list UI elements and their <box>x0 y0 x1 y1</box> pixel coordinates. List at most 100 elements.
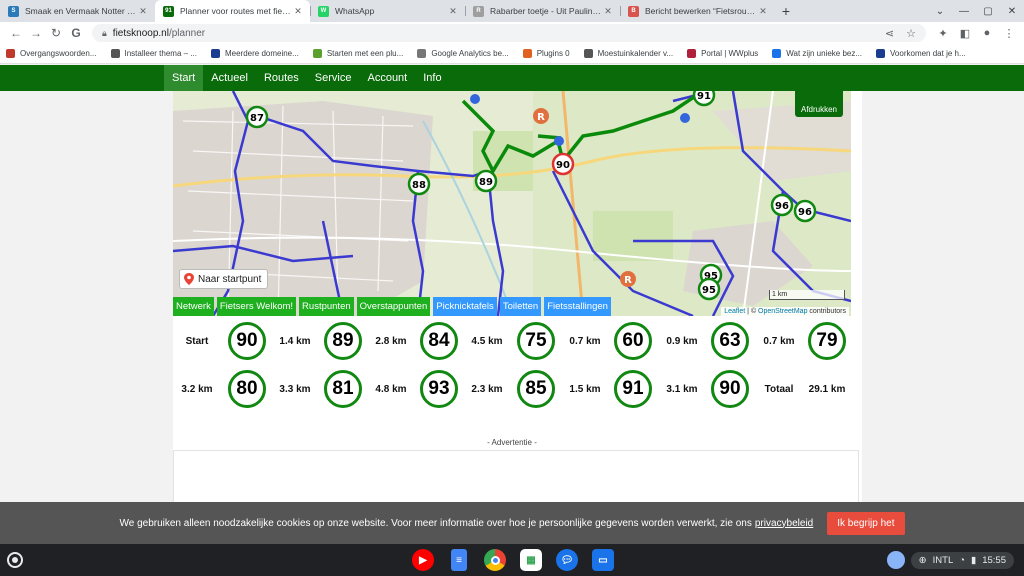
route-node[interactable]: 93 <box>420 370 458 408</box>
nav-item-info[interactable]: Info <box>415 65 449 91</box>
print-button[interactable]: Afdrukken <box>795 91 843 117</box>
layer-toggle[interactable]: Toiletten <box>499 297 542 316</box>
share-icon[interactable]: ⋖ <box>885 27 894 40</box>
nav-item-start[interactable]: Start <box>164 65 204 91</box>
privacy-link[interactable]: privacybeleid <box>755 518 813 529</box>
map-node-marker[interactable]: 89 <box>474 169 498 193</box>
browser-tab[interactable]: B Bericht bewerken “Fietsroute lan ✕ <box>620 0 775 22</box>
layer-toggle[interactable]: Fietsstallingen <box>544 297 611 316</box>
browser-tab[interactable]: R Rabarber toetje - Uit Paulines Ke ✕ <box>465 0 620 22</box>
tab-search-icon[interactable]: ⌄ <box>928 6 952 17</box>
route-node[interactable]: 84 <box>420 322 458 360</box>
bookmark-item[interactable]: Overgangswoorden... <box>6 49 97 58</box>
map-node-marker[interactable]: 95 <box>697 277 721 301</box>
route-node[interactable]: 90 <box>228 322 266 360</box>
close-window-icon[interactable]: ✕ <box>1000 6 1024 17</box>
minimize-icon[interactable]: — <box>952 6 976 17</box>
route-node[interactable]: 75 <box>517 322 555 360</box>
forward-icon[interactable]: → <box>26 26 46 40</box>
back-icon[interactable]: ← <box>6 26 26 40</box>
direction-arrow-icon <box>554 136 564 146</box>
tab-close-icon[interactable]: ✕ <box>137 6 149 17</box>
profile-icon[interactable]: ● <box>978 27 996 40</box>
route-node[interactable]: 81 <box>324 370 362 408</box>
address-bar[interactable]: 🔒︎ fietsknoop.nl/planner ⋖ ☆ <box>92 24 926 42</box>
restpoint-icon[interactable]: R <box>533 108 549 124</box>
restpoint-icon[interactable]: R <box>620 271 636 287</box>
tab-close-icon[interactable]: ✕ <box>447 6 459 17</box>
layer-toggle[interactable]: Fietsers Welkom! <box>216 297 297 316</box>
messages-icon[interactable]: 💬︎ <box>556 549 578 571</box>
tab-title: Smaak en Vermaak Notter - Zuna <box>25 6 137 16</box>
side-panel-icon[interactable]: ◧ <box>956 27 974 40</box>
menu-icon[interactable]: ⋮ <box>1000 27 1018 40</box>
reload-icon[interactable]: ↻ <box>46 26 66 40</box>
nav-item-account[interactable]: Account <box>359 65 415 91</box>
bookmark-item[interactable]: Meerdere domeine... <box>210 49 299 58</box>
route-node[interactable]: 60 <box>614 322 652 360</box>
bookmark-item[interactable]: Installeer thema – ... <box>110 49 197 58</box>
tab-close-icon[interactable]: ✕ <box>757 6 769 17</box>
nav-item-routes[interactable]: Routes <box>256 65 307 91</box>
bookmark-label: Meerdere domeine... <box>224 49 299 58</box>
bookmark-item[interactable]: Voorkomen dat je h... <box>876 49 966 58</box>
cookie-banner: We gebruiken alleen noodzakelijke cookie… <box>0 502 1024 544</box>
map-node-marker[interactable]: 91 <box>692 91 716 107</box>
phone-hub-icon[interactable] <box>886 551 905 569</box>
map-node-marker[interactable]: 96 <box>793 199 817 223</box>
tab-favicon-icon: 91 <box>163 5 174 17</box>
route-node[interactable]: 85 <box>517 370 555 408</box>
launcher-icon[interactable] <box>7 552 23 568</box>
tab-close-icon[interactable]: ✕ <box>602 6 614 17</box>
browser-tab[interactable]: S Smaak en Vermaak Notter - Zuna✕ <box>0 0 155 22</box>
map-node-marker[interactable]: 90 <box>551 152 575 176</box>
route-node[interactable]: 79 <box>808 322 846 360</box>
bookmark-favicon-icon <box>876 49 886 58</box>
cookie-accept-button[interactable]: Ik begrijp het <box>827 511 905 535</box>
route-node[interactable]: 89 <box>324 322 362 360</box>
map-node-marker[interactable]: 96 <box>770 193 794 217</box>
osm-link[interactable]: OpenStreetMap <box>758 308 807 315</box>
route-node[interactable]: 63 <box>711 322 749 360</box>
route-map[interactable]: R R 87 88 89 90 91 96 96 95 95 Afdrukken Naar st… <box>173 91 851 316</box>
tab-close-icon[interactable]: ✕ <box>292 6 304 17</box>
tab-strip: SSmaak en Vermaak Notter - Zuna✕91Planne… <box>0 0 1024 22</box>
route-node[interactable]: 90 <box>711 370 749 408</box>
start-point-button[interactable]: Naar startpunt <box>179 269 269 289</box>
bookmark-item[interactable]: Wat zijn unieke bez... <box>772 49 862 58</box>
map-node-marker[interactable]: 88 <box>407 172 431 196</box>
leaflet-link[interactable]: Leaflet <box>724 308 745 315</box>
chrome-icon[interactable] <box>484 549 506 571</box>
layer-toggle[interactable]: Overstappunten <box>356 297 431 316</box>
docs-icon[interactable]: ≡ <box>451 549 467 571</box>
files-icon[interactable]: ▭ <box>592 549 614 571</box>
status-area[interactable]: ⊕ INTL ◔ ▮ 15:55 <box>910 551 1014 569</box>
bookmark-item[interactable]: Portal | WWplus <box>687 49 758 58</box>
layer-toggle[interactable]: Netwerk <box>173 297 214 316</box>
map-canvas[interactable]: R R 8788 89909196969595 <box>173 91 851 316</box>
bookmark-item[interactable]: Moestuinkalender v... <box>583 49 673 58</box>
maximize-icon[interactable]: ▢ <box>976 6 1000 17</box>
browser-tab[interactable]: W WhatsApp ✕ <box>310 0 465 22</box>
layer-toggle[interactable]: Rustpunten <box>299 297 354 316</box>
route-node-cell: 89 <box>319 321 367 361</box>
browser-tab[interactable]: 91 Planner voor routes met fietskno ✕ <box>155 0 310 22</box>
youtube-icon[interactable]: ▶ <box>412 549 434 571</box>
layer-toggle[interactable]: Picknicktafels <box>433 297 497 316</box>
bookmark-item[interactable]: Starten met een plu... <box>312 49 403 58</box>
bookmark-item[interactable]: Google Analytics be... <box>417 49 509 58</box>
sheets-icon[interactable]: ▦ <box>520 549 542 571</box>
nav-item-actueel[interactable]: Actueel <box>203 65 256 91</box>
new-tab-button[interactable]: + <box>775 0 797 22</box>
nav-item-service[interactable]: Service <box>307 65 360 91</box>
google-icon[interactable]: G <box>66 26 86 40</box>
route-node[interactable]: 91 <box>614 370 652 408</box>
system-tray[interactable]: ⊕ INTL ◔ ▮ 15:55 <box>886 550 1014 570</box>
map-node-marker[interactable]: 87 <box>245 105 269 129</box>
route-node[interactable]: 80 <box>228 370 266 408</box>
bookmark-star-icon[interactable]: ☆ <box>906 27 916 40</box>
bookmark-item[interactable]: Plugins 0 <box>522 49 570 58</box>
extensions-icon[interactable]: ✦ <box>934 27 952 40</box>
lock-icon[interactable]: 🔒︎ <box>102 28 107 39</box>
route-segment-label: 1.4 km <box>279 335 311 347</box>
